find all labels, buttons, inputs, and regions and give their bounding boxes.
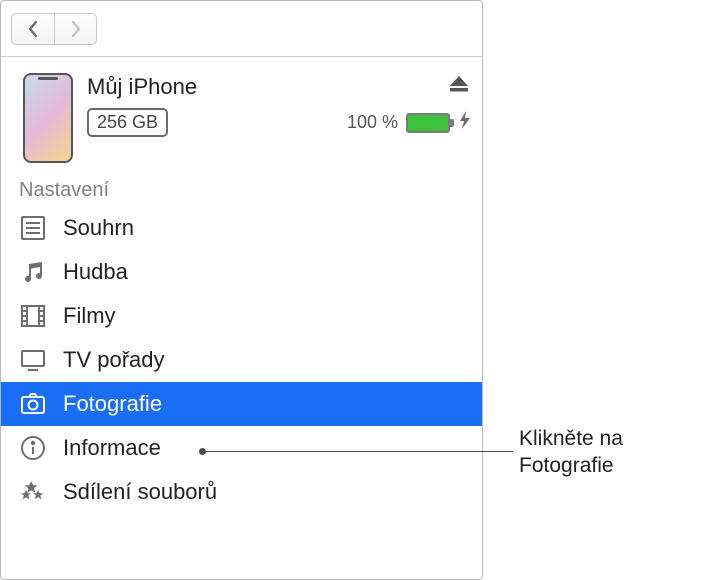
forward-button[interactable] <box>54 14 96 44</box>
device-header: Můj iPhone 256 GB 100 % <box>1 57 482 177</box>
back-button[interactable] <box>12 14 54 44</box>
nav-buttons <box>11 13 97 45</box>
sidebar-item-music[interactable]: Hudba <box>1 250 482 294</box>
callout-leader-line <box>203 451 513 452</box>
device-info: Můj iPhone 256 GB 100 % <box>87 73 470 137</box>
battery-percent: 100 % <box>347 112 398 133</box>
tv-icon <box>19 346 47 374</box>
callout-area: Klikněte na Fotografie <box>483 0 713 580</box>
sidebar-item-label: TV pořady <box>63 347 165 373</box>
sidebar-item-label: Souhrn <box>63 215 134 241</box>
callout-text: Klikněte na Fotografie <box>519 426 707 480</box>
toolbar <box>1 1 482 57</box>
device-sidebar-panel: Můj iPhone 256 GB 100 % <box>0 0 483 580</box>
device-name: Můj iPhone <box>87 74 197 100</box>
callout-line1: Klikněte na <box>519 427 623 450</box>
sidebar-item-movies[interactable]: Filmy <box>1 294 482 338</box>
capacity-badge: 256 GB <box>87 108 168 137</box>
sidebar-item-info[interactable]: Informace <box>1 426 482 470</box>
info-icon <box>19 434 47 462</box>
chevron-right-icon <box>69 20 83 38</box>
sidebar-item-photos[interactable]: Fotografie <box>1 382 482 426</box>
callout-line2: Fotografie <box>519 454 614 477</box>
section-heading-settings: Nastavení <box>1 177 482 206</box>
sidebar-item-file-sharing[interactable]: Sdílení souborů <box>1 470 482 514</box>
settings-list: Souhrn Hudba Filmy <box>1 206 482 514</box>
eject-button[interactable] <box>448 73 470 100</box>
chevron-left-icon <box>26 20 40 38</box>
sidebar-item-label: Hudba <box>63 259 128 285</box>
movies-icon <box>19 302 47 330</box>
file-sharing-icon <box>19 478 47 506</box>
photos-icon <box>19 390 47 418</box>
sidebar-item-label: Filmy <box>63 303 116 329</box>
summary-icon <box>19 214 47 242</box>
battery-icon <box>406 113 450 133</box>
device-thumbnail-icon <box>23 73 73 163</box>
battery-status: 100 % <box>347 111 470 134</box>
sidebar-item-label: Informace <box>63 435 161 461</box>
sidebar-item-tv-shows[interactable]: TV pořady <box>1 338 482 382</box>
music-icon <box>19 258 47 286</box>
charging-icon <box>460 111 470 134</box>
sidebar-item-label: Sdílení souborů <box>63 479 217 505</box>
sidebar-item-summary[interactable]: Souhrn <box>1 206 482 250</box>
sidebar-item-label: Fotografie <box>63 391 162 417</box>
eject-icon <box>448 73 470 95</box>
